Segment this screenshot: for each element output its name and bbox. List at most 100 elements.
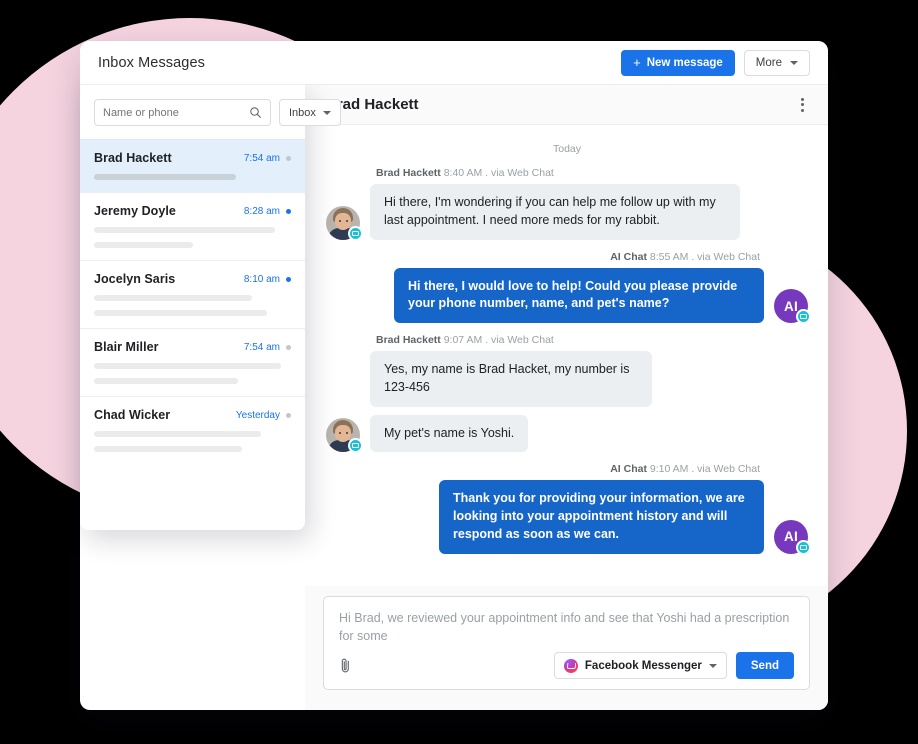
folder-select[interactable]: Inbox	[279, 99, 341, 126]
chat-header: Brad Hackett	[305, 84, 828, 125]
kebab-dot	[801, 103, 804, 106]
day-separator: Today	[552, 143, 582, 155]
message-composer[interactable]: Hi Brad, we reviewed your appointment in…	[323, 596, 810, 690]
chat-bubble-badge-icon	[348, 438, 363, 454]
send-button[interactable]: Send	[735, 652, 794, 679]
message-channel: . via Web Chat	[691, 250, 760, 263]
avatar-eye	[346, 219, 348, 222]
conversation-item-jeremy-doyle[interactable]: Jeremy Doyle 8:28 am	[80, 192, 305, 260]
kebab-dot	[801, 108, 804, 112]
search-field-wrapper[interactable]	[94, 99, 271, 126]
search-input[interactable]	[103, 106, 245, 119]
conversation-header: Blair Miller 7:54 am	[94, 340, 291, 354]
conversation-header: Jocelyn Saris 8:10 am	[94, 272, 291, 286]
inbox-app-window: Inbox Messages + New message More Name o…	[80, 41, 828, 710]
conversation-item-brad-hackett[interactable]: Brad Hackett 7:54 am	[80, 139, 305, 192]
conversation-time: Yesterday	[235, 409, 280, 421]
conversation-header: Jeremy Doyle 8:28 am	[94, 204, 291, 218]
window-topbar: Inbox Messages + New message More	[80, 41, 828, 84]
conversation-item-chad-wicker[interactable]: Chad Wicker Yesterday	[80, 396, 305, 464]
chat-bubble-badge-icon	[348, 225, 363, 241]
message-group: Brad Hackett 9:07 AM . via Web Chat Yes,…	[326, 334, 808, 454]
message-bubble: My pet's name is Yoshi.	[370, 414, 529, 453]
chevron-down-icon	[322, 110, 331, 115]
channel-label: Facebook Messenger	[584, 659, 702, 672]
preview-placeholder-bar	[94, 174, 236, 180]
conversation-name: Brad Hackett	[94, 151, 172, 165]
message-row: Hi there, I'm wondering if you can help …	[326, 184, 808, 241]
message-group: AI Chat 9:10 AM . via Web Chat Thank you…	[326, 463, 811, 555]
preview-placeholder-bar	[94, 446, 242, 452]
conversation-item-blair-miller[interactable]: Blair Miller 7:54 am	[80, 328, 305, 396]
paperclip-icon[interactable]	[339, 657, 352, 674]
avatar: AI	[774, 289, 811, 324]
new-message-button[interactable]: + New message	[621, 49, 735, 76]
read-status-dot	[286, 412, 291, 418]
chat-panel: Brad Hackett Today Brad Hackett 8:40 AM …	[305, 84, 828, 710]
message-bubble: Hi there, I'm wondering if you can help …	[370, 184, 740, 240]
kebab-menu-icon[interactable]	[797, 94, 808, 116]
conversation-meta: 7:54 am	[244, 342, 291, 353]
message-time: 9:10 AM	[649, 463, 689, 476]
preview-placeholder-bar	[94, 363, 282, 369]
conversation-item-jocelyn-saris[interactable]: Jocelyn Saris 8:10 am	[80, 260, 305, 328]
read-status-dot	[286, 155, 291, 161]
message-bubble: Hi there, I would love to help! Could yo…	[394, 267, 764, 323]
conversation-time: 7:54 am	[243, 341, 280, 353]
page-title: Inbox Messages	[98, 54, 205, 71]
message-meta: Brad Hackett 9:07 AM . via Web Chat	[326, 334, 808, 346]
conversation-meta: 7:54 am	[244, 153, 291, 164]
message-row: Yes, my name is Brad Hacket, my number i…	[326, 351, 808, 454]
message-meta: AI Chat 9:10 AM . via Web Chat	[326, 463, 808, 475]
unread-status-dot	[286, 276, 291, 282]
message-sender: Brad Hackett	[376, 334, 441, 346]
conversation-meta: 8:10 am	[244, 274, 291, 285]
avatar	[326, 418, 363, 454]
message-time: 8:55 AM	[649, 250, 689, 263]
conversation-name: Chad Wicker	[94, 408, 171, 422]
composer-input[interactable]: Hi Brad, we reviewed your appointment in…	[339, 610, 794, 648]
preview-placeholder-bar	[94, 310, 268, 316]
message-thread: Today Brad Hackett 8:40 AM . via Web Cha…	[305, 125, 828, 586]
message-sender: AI Chat	[610, 463, 647, 476]
message-row: Thank you for providing your information…	[326, 480, 811, 555]
avatar-face	[335, 425, 351, 443]
preview-placeholder-bar	[94, 431, 262, 437]
avatar	[326, 205, 363, 241]
channel-select[interactable]: Facebook Messenger	[553, 652, 727, 679]
conversation-time: 8:10 am	[243, 273, 280, 285]
kebab-dot	[801, 97, 804, 101]
chat-bubble-badge-icon	[796, 539, 811, 555]
folder-select-label: Inbox	[289, 106, 316, 119]
conversation-time: 8:28 am	[243, 205, 280, 217]
sidebar-search-row: Inbox	[80, 85, 341, 139]
more-button[interactable]: More	[743, 49, 810, 76]
message-group: AI Chat 8:55 AM . via Web Chat Hi there,…	[326, 250, 811, 324]
message-time: 9:07 AM	[443, 334, 483, 346]
conversation-name: Jocelyn Saris	[94, 272, 176, 286]
message-bubble: Thank you for providing your information…	[439, 480, 764, 554]
preview-placeholder-bar	[94, 227, 276, 233]
conversation-time: 7:54 am	[243, 152, 280, 164]
conversation-name: Blair Miller	[94, 340, 159, 354]
message-channel: . via Web Chat	[691, 463, 760, 476]
read-status-dot	[286, 344, 291, 350]
composer-area: Hi Brad, we reviewed your appointment in…	[305, 586, 828, 710]
topbar-actions: + New message More	[621, 49, 810, 76]
search-icon	[249, 106, 262, 119]
message-sender: AI Chat	[610, 250, 647, 263]
conversation-header: Chad Wicker Yesterday	[94, 408, 291, 422]
message-row: Hi there, I would love to help! Could yo…	[326, 267, 811, 324]
chevron-down-icon	[708, 663, 717, 668]
unread-status-dot	[286, 208, 291, 214]
conversation-header: Brad Hackett 7:54 am	[94, 151, 291, 165]
facebook-messenger-icon	[563, 658, 578, 673]
message-meta: Brad Hackett 8:40 AM . via Web Chat	[326, 167, 808, 179]
chevron-down-icon	[790, 60, 798, 65]
preview-placeholder-bar	[94, 378, 238, 384]
conversation-meta: Yesterday	[236, 410, 291, 421]
composer-toolbar: Facebook Messenger Send	[339, 652, 794, 679]
preview-placeholder-bar	[94, 295, 252, 301]
message-bubble-stack: Yes, my name is Brad Hacket, my number i…	[370, 351, 652, 453]
conversation-meta: 8:28 am	[244, 206, 291, 217]
